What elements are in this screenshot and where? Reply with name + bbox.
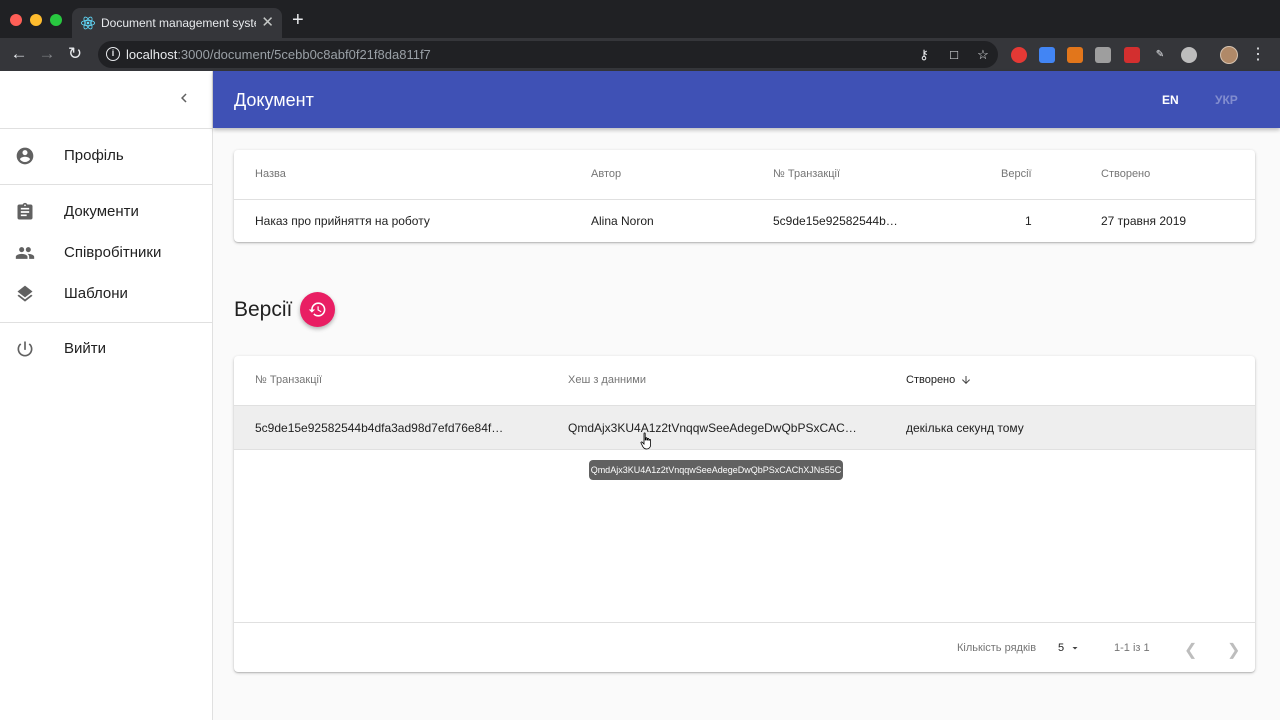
sidebar: Профіль Документи Співробітники Шаблони … — [0, 71, 213, 720]
column-header-transaction[interactable]: № Транзакції — [773, 168, 840, 180]
cell-transaction: 5c9de15e92582544b4dfa3ad98d7efd76e84f… — [255, 421, 504, 435]
sidebar-item-label: Шаблони — [64, 285, 128, 302]
bookmark-star-icon[interactable]: ☆ — [975, 47, 991, 63]
google-translate-extension-icon[interactable] — [1039, 47, 1055, 63]
app-bar: Документ EN УКР — [213, 71, 1280, 128]
versions-title: Версії — [234, 298, 293, 321]
react-logo-icon — [80, 16, 96, 30]
cell-name: Наказ про прийняття на роботу — [255, 214, 430, 228]
column-header-name[interactable]: Назва — [255, 168, 286, 180]
row-divider — [234, 449, 1255, 450]
dropdown-arrow-icon[interactable] — [1069, 642, 1081, 654]
pen-extension-icon[interactable]: ✎ — [1152, 47, 1168, 63]
browser-tab[interactable]: Document management system ✕ — [72, 8, 282, 38]
maximize-window-button[interactable] — [50, 14, 62, 26]
sidebar-divider — [0, 322, 212, 323]
new-tab-button[interactable]: + — [292, 10, 304, 30]
hash-tooltip: QmdAjx3KU4A1z2tVnqqwSeeAdegeDwQbPSxCAChX… — [589, 460, 843, 480]
tab-strip: Document management system ✕ + — [0, 0, 1280, 38]
forward-arrow-icon[interactable]: → — [37, 44, 57, 64]
footer-divider — [234, 622, 1255, 623]
sidebar-item-label: Співробітники — [64, 244, 162, 261]
version-history-button[interactable] — [300, 292, 335, 327]
translate-icon[interactable]: □ — [946, 47, 962, 63]
clipboard-icon — [17, 202, 33, 220]
gift-extension-icon[interactable] — [1124, 47, 1140, 63]
column-header-versions[interactable]: Версії — [1001, 168, 1032, 180]
sidebar-item-documents[interactable]: Документи — [0, 192, 212, 232]
column-header-hash[interactable]: Хеш з данними — [568, 374, 646, 386]
history-icon — [308, 302, 326, 317]
people-icon — [15, 247, 35, 259]
hand-pointer-cursor-icon — [640, 432, 651, 450]
sidebar-item-employees[interactable]: Співробітники — [0, 233, 212, 273]
browser-toolbar: ← → ↻ i localhost:3000/document/5cebb0c8… — [0, 38, 1280, 71]
versions-table: № Транзакції Хеш з данними Створено 5c9d… — [234, 356, 1255, 672]
next-page-icon[interactable]: ❯ — [1227, 640, 1240, 660]
rows-per-page-label: Кількість рядків — [957, 642, 1037, 654]
cell-hash[interactable]: QmdAjx3KU4A1z2tVnqqwSeeAdegeDwQbPSxCAC… — [568, 421, 857, 435]
sidebar-item-profile[interactable]: Профіль — [0, 136, 212, 176]
sidebar-item-logout[interactable]: Вийти — [0, 329, 212, 369]
browser-menu-icon[interactable]: ⋮ — [1250, 44, 1266, 64]
sidebar-item-label: Профіль — [64, 147, 124, 164]
minimize-window-button[interactable] — [30, 14, 42, 26]
profile-avatar[interactable] — [1220, 46, 1238, 64]
cell-created: 27 травня 2019 — [1101, 214, 1187, 228]
back-arrow-icon[interactable]: ← — [9, 44, 29, 64]
cell-versions: 1 — [1025, 214, 1032, 228]
metamask-extension-icon[interactable] — [1067, 47, 1083, 63]
page-title: Документ — [234, 90, 314, 110]
chevron-left-icon[interactable] — [175, 89, 193, 107]
close-window-button[interactable] — [10, 14, 22, 26]
column-header-transaction[interactable]: № Транзакції — [255, 374, 322, 386]
row-divider — [234, 199, 1255, 200]
address-bar[interactable]: i localhost:3000/document/5cebb0c8abf0f2… — [98, 41, 998, 68]
power-icon — [17, 341, 33, 357]
camera-extension-icon[interactable] — [1095, 47, 1111, 63]
key-icon[interactable]: ⚷ — [916, 47, 932, 63]
layers-icon — [17, 285, 33, 302]
sidebar-item-templates[interactable]: Шаблони — [0, 274, 212, 314]
column-header-author[interactable]: Автор — [591, 168, 621, 180]
table-row[interactable]: 5c9de15e92582544b4dfa3ad98d7efd76e84f… Q… — [234, 406, 1255, 449]
language-ukr-button[interactable]: УКР — [1215, 93, 1238, 107]
cell-transaction: 5c9de15e92582544b… — [773, 214, 898, 228]
account-circle-icon — [16, 147, 34, 165]
column-header-created[interactable]: Створено — [906, 374, 955, 386]
url-text[interactable]: localhost:3000/document/5cebb0c8abf0f21f… — [126, 47, 431, 62]
cell-author: Alina Noron — [591, 214, 654, 228]
close-tab-icon[interactable]: ✕ — [261, 13, 274, 31]
sidebar-item-label: Вийти — [64, 340, 107, 357]
sidebar-divider — [0, 184, 212, 185]
sort-arrow-down-icon[interactable] — [960, 374, 972, 386]
previous-page-icon[interactable]: ❮ — [1184, 640, 1197, 660]
sidebar-item-label: Документи — [64, 203, 139, 220]
column-header-created[interactable]: Створено — [1101, 168, 1150, 180]
sidebar-divider — [0, 128, 212, 129]
document-table: Назва Автор № Транзакції Версії Створено… — [234, 150, 1255, 242]
rows-per-page-select[interactable]: 5 — [1058, 642, 1064, 654]
pagination-range: 1-1 із 1 — [1114, 642, 1150, 654]
adblock-extension-icon[interactable] — [1011, 47, 1027, 63]
site-info-icon[interactable]: i — [106, 47, 120, 61]
reload-icon[interactable]: ↻ — [65, 44, 85, 64]
browser-chrome: Document management system ✕ + ← → ↻ i l… — [0, 0, 1280, 71]
language-en-button[interactable]: EN — [1162, 93, 1179, 107]
extension-icon[interactable] — [1181, 47, 1197, 63]
tab-title: Document management system — [101, 16, 256, 30]
cell-created: декілька секунд тому — [906, 421, 1024, 435]
